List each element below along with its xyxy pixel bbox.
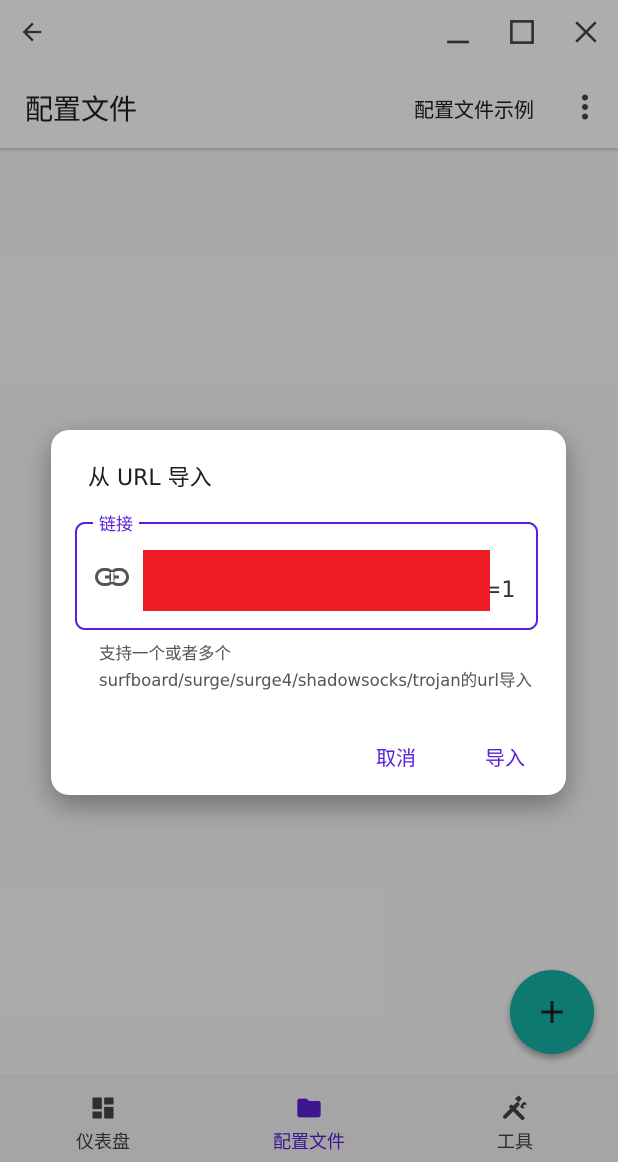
url-field[interactable]: 链接 =1 [75,510,538,630]
url-field-label: 链接 [93,510,139,535]
link-icon [95,568,129,586]
import-url-dialog: 从 URL 导入 链接 =1 支持一个或者多个surfboard/surge/s… [51,430,566,795]
cancel-button[interactable]: 取消 [376,742,416,771]
import-button[interactable]: 导入 [485,742,525,771]
redaction-overlay [143,550,490,611]
url-field-helper-text: 支持一个或者多个surfboard/surge/surge4/shadowsoc… [99,644,532,690]
dialog-title: 从 URL 导入 [88,466,212,491]
